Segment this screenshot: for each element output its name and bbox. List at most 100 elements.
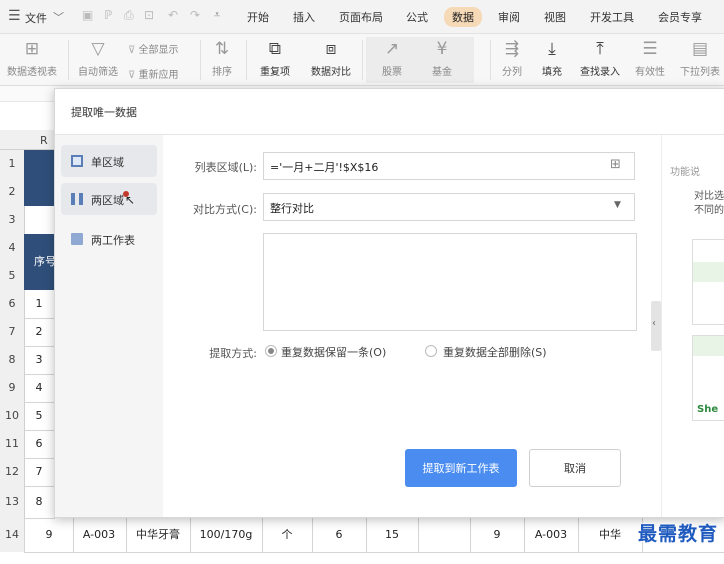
tab-review[interactable]: 审阅 xyxy=(498,9,520,25)
tab-developer[interactable]: 开发工具 xyxy=(590,9,634,25)
fund-icon: ¥ xyxy=(436,39,448,59)
duplicates-button[interactable]: ⧉ 重复项 xyxy=(250,39,300,78)
extract-method-label: 提取方式: xyxy=(209,347,257,360)
table-cell[interactable]: 9 xyxy=(24,518,74,553)
stock-button[interactable]: ↗ 股票 xyxy=(370,39,414,78)
table-cell[interactable] xyxy=(418,518,471,553)
extract-unique-dialog: 提取唯一数据 单区域 两区域 ↖ 两工作表 列表区域(L): ='一月+二月'!… xyxy=(54,88,724,518)
two-ranges-icon xyxy=(71,193,83,205)
dropdown-arrow-icon: ▼ xyxy=(614,200,621,210)
table-cell[interactable]: 3 xyxy=(24,346,55,375)
print-preview-icon[interactable]: ⊡ xyxy=(144,8,154,22)
table-cell[interactable]: 1 xyxy=(24,290,55,319)
split-column-button[interactable]: ⇶ 分列 xyxy=(494,39,530,78)
sidebar-item-single-range[interactable]: 单区域 xyxy=(61,145,157,177)
extract-to-new-sheet-button[interactable]: 提取到新工作表 xyxy=(405,449,517,487)
range-select-icon[interactable]: ⊞ xyxy=(610,157,621,172)
help-illustration: She xyxy=(692,335,724,421)
fill-button[interactable]: ⤓ 填充 xyxy=(534,39,570,78)
save-icon[interactable]: ▣ xyxy=(82,8,93,22)
row-header[interactable]: 1 xyxy=(0,150,25,178)
compare-select[interactable]: 整行对比 ▼ xyxy=(263,193,635,221)
tab-insert[interactable]: 插入 xyxy=(293,9,315,25)
sort-button[interactable]: ⇅ 排序 xyxy=(204,39,240,78)
compare-label: 对比方式(C): xyxy=(193,203,257,216)
column-header-r[interactable]: R xyxy=(40,134,48,147)
preview-area[interactable] xyxy=(263,233,637,331)
row-header[interactable]: 9 xyxy=(0,374,25,402)
reapply-icon: ⊽ xyxy=(128,70,136,81)
table-cell[interactable]: 6 xyxy=(24,430,55,459)
row-header[interactable]: 7 xyxy=(0,318,25,346)
row-header[interactable]: 4 xyxy=(0,234,25,262)
validation-icon: ☰ xyxy=(642,39,658,59)
row-header[interactable]: 12 xyxy=(0,458,25,486)
row-header[interactable]: 2 xyxy=(0,178,25,206)
redo-icon[interactable]: ↷ xyxy=(190,8,200,22)
menu-bar: ☰ 文件 ﹀ ▣ ℙ ⎙ ⊡ ↶ ↷ ⩡ 开始 插入 页面布局 公式 数据 审阅… xyxy=(0,0,724,34)
file-menu[interactable]: 文件 xyxy=(25,10,47,26)
help-illustration-row xyxy=(693,336,724,356)
dropdown-list-button[interactable]: ▤ 下拉列表 xyxy=(676,39,724,78)
format-painter-icon[interactable]: ℙ xyxy=(104,8,112,22)
print-icon[interactable]: ⎙ xyxy=(124,8,134,23)
compare-select-value: 整行对比 xyxy=(270,202,314,215)
fill-down-icon: ⤓ xyxy=(548,39,556,59)
show-all-icon: ⊽ xyxy=(128,45,136,56)
undo-icon[interactable]: ↶ xyxy=(168,8,178,22)
row-header[interactable]: 11 xyxy=(0,430,25,458)
radio-keep-one-label[interactable]: 重复数据保留一条(O) xyxy=(281,344,386,360)
radio-delete-all[interactable] xyxy=(425,345,437,357)
data-compare-button[interactable]: ⧈ 数据对比 xyxy=(302,39,360,78)
tab-start[interactable]: 开始 xyxy=(247,9,269,25)
tab-data[interactable]: 数据 xyxy=(444,7,482,27)
row-header[interactable]: 10 xyxy=(0,402,25,430)
table-cell[interactable]: 中华牙膏 xyxy=(126,518,191,553)
row-header[interactable]: 5 xyxy=(0,262,25,290)
chevron-down-icon[interactable]: ﹀ xyxy=(53,9,64,25)
tab-formula[interactable]: 公式 xyxy=(406,9,428,25)
row-header[interactable]: 14 xyxy=(0,518,25,552)
tab-view[interactable]: 视图 xyxy=(544,9,566,25)
sidebar-item-two-ranges[interactable]: 两区域 ↖ xyxy=(61,183,157,215)
fund-button[interactable]: ¥ 基金 xyxy=(420,39,464,78)
table-cell[interactable]: 中华 xyxy=(578,518,643,553)
help-pane-title: 功能说 xyxy=(670,167,700,178)
validation-button[interactable]: ☰ 有效性 xyxy=(628,39,672,78)
show-all-button[interactable]: ⊽ 全部显示 xyxy=(128,41,194,56)
row-header[interactable]: 13 xyxy=(0,486,25,518)
table-cell[interactable]: 9 xyxy=(470,518,525,553)
row-header[interactable]: 6 xyxy=(0,290,25,318)
dialog-sidebar: 单区域 两区域 ↖ 两工作表 xyxy=(55,135,163,517)
pivot-table-button[interactable]: ⊞ 数据透视表 xyxy=(2,39,62,78)
radio-delete-all-label[interactable]: 重复数据全部删除(S) xyxy=(443,344,547,360)
table-cell[interactable]: 7 xyxy=(24,458,55,487)
hamburger-icon[interactable]: ☰ xyxy=(8,8,21,24)
tab-page-layout[interactable]: 页面布局 xyxy=(339,9,383,25)
radio-keep-one[interactable] xyxy=(265,345,277,357)
table-cell[interactable]: 6 xyxy=(312,518,367,553)
collapse-panel-handle[interactable]: ‹ xyxy=(651,301,661,351)
table-cell[interactable]: 8 xyxy=(24,486,55,519)
row-header[interactable]: 8 xyxy=(0,346,25,374)
table-cell[interactable]: 个 xyxy=(262,518,313,553)
table-cell[interactable]: 4 xyxy=(24,374,55,403)
table-cell[interactable]: A-003 xyxy=(524,518,579,553)
range-input[interactable]: ='一月+二月'!$X$16 ⊞ xyxy=(263,152,635,180)
cancel-button[interactable]: 取消 xyxy=(529,449,621,487)
table-cell[interactable]: 5 xyxy=(24,402,55,431)
quick-access-dropdown-icon[interactable]: ⩡ xyxy=(214,8,220,22)
auto-filter-button[interactable]: ▽ 自动筛选 xyxy=(72,39,124,78)
header-cell-seq[interactable]: 序号 xyxy=(24,234,54,290)
help-pane-line: 对比选 xyxy=(694,191,724,202)
table-cell[interactable]: 100/170g xyxy=(190,518,263,553)
help-illustration xyxy=(692,239,724,325)
table-cell[interactable]: A-003 xyxy=(72,518,127,553)
tab-member[interactable]: 会员专享 xyxy=(658,9,702,25)
table-cell[interactable]: 2 xyxy=(24,318,55,347)
row-header[interactable]: 3 xyxy=(0,206,25,234)
sidebar-item-two-sheets[interactable]: 两工作表 xyxy=(61,223,157,255)
lookup-entry-button[interactable]: ⤒ 查找录入 xyxy=(574,39,626,78)
reapply-button[interactable]: ⊽ 重新应用 xyxy=(128,66,194,81)
table-cell[interactable]: 15 xyxy=(366,518,419,553)
